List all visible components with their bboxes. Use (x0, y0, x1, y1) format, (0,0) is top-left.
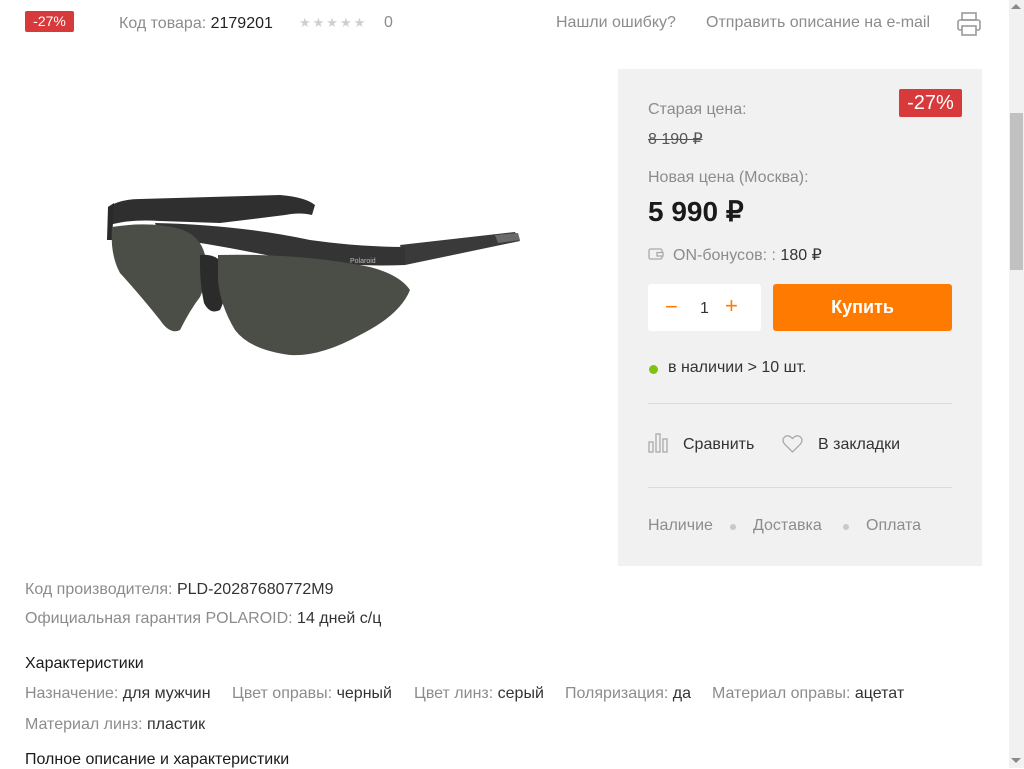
bookmark-button[interactable]: В закладки (818, 436, 900, 454)
attribute-lens-material: Материал линз: пластик (25, 716, 205, 734)
payment-link[interactable]: Оплата (866, 517, 921, 535)
sku-label: Код товара: (119, 15, 207, 32)
old-price: 8 190 ₽ (648, 131, 703, 148)
sunglasses-image[interactable]: Polaroid (100, 185, 530, 370)
buy-button[interactable]: Купить (773, 284, 952, 331)
frame-brand-text: Polaroid (350, 258, 376, 265)
scrollbar-thumb[interactable] (1010, 113, 1023, 270)
attribute-label: Цвет линз: (414, 685, 494, 702)
attribute-value: серый (497, 685, 544, 702)
attribute-value: для мужчин (122, 685, 211, 702)
report-error-link[interactable]: Нашли ошибку? (556, 14, 676, 32)
rating-stars[interactable]: ★★★★★ (299, 15, 367, 31)
attribute-label: Поляризация: (565, 685, 669, 702)
attribute-label: Назначение: (25, 685, 119, 702)
warranty-value: 14 дней с/ц (297, 610, 382, 627)
delivery-link[interactable]: Доставка (753, 517, 822, 535)
attribute-purpose: Назначение: для мужчин (25, 685, 211, 703)
attribute-frame-material: Материал оправы: ацетат (712, 685, 904, 703)
old-price-label: Старая цена: (648, 101, 747, 118)
divider (648, 487, 952, 488)
heart-icon[interactable] (782, 434, 803, 454)
new-price-label: Новая цена (Москва): (648, 169, 809, 186)
bonus-label: ON-бонусов: : (673, 247, 776, 264)
warranty: Официальная гарантия POLAROID: 14 дней с… (25, 610, 381, 628)
compare-button[interactable]: Сравнить (683, 436, 754, 454)
warranty-label: Официальная гарантия POLAROID: (25, 610, 293, 627)
manufacturer-code-label: Код производителя: (25, 581, 173, 598)
sku-value: 2179201 (210, 15, 273, 32)
attribute-frame-color: Цвет оправы: черный (232, 685, 392, 703)
panel-discount-badge: -27% (899, 89, 962, 117)
full-description-link[interactable]: Полное описание и характеристики (25, 751, 289, 769)
attribute-value: пластик (146, 716, 206, 733)
quantity-input[interactable]: 1 (700, 300, 709, 318)
attribute-value: черный (336, 685, 392, 702)
in-stock-indicator-icon (649, 365, 658, 374)
attribute-label: Материал линз: (25, 716, 143, 733)
attribute-value: да (672, 685, 692, 702)
scroll-down-arrow-icon[interactable] (1011, 758, 1021, 763)
new-price: 5 990 ₽ (648, 196, 744, 227)
increase-quantity-button[interactable]: + (725, 293, 738, 319)
product-sku: Код товара: 2179201 (119, 14, 273, 34)
separator-dot (730, 524, 736, 530)
rating-count: 0 (384, 14, 393, 31)
printer-icon[interactable] (955, 10, 983, 38)
decrease-quantity-button[interactable]: − (665, 294, 678, 320)
separator-dot (843, 524, 849, 530)
wallet-icon (648, 247, 664, 261)
manufacturer-code: Код производителя: PLD-20287680772M9 (25, 581, 334, 599)
divider (648, 403, 952, 404)
manufacturer-code-value: PLD-20287680772M9 (176, 581, 334, 598)
stock-status: в наличии > 10 шт. (668, 359, 807, 376)
bonus-value: 180 ₽ (780, 247, 822, 264)
attribute-value: ацетат (854, 685, 905, 702)
attribute-label: Цвет оправы: (232, 685, 333, 702)
characteristics-heading: Характеристики (25, 655, 144, 672)
discount-badge: -27% (25, 11, 74, 32)
scroll-up-arrow-icon[interactable] (1011, 4, 1021, 9)
availability-link[interactable]: Наличие (648, 517, 713, 535)
compare-icon[interactable] (648, 433, 668, 453)
send-email-link[interactable]: Отправить описание на e-mail (706, 14, 930, 32)
attribute-label: Материал оправы: (712, 685, 851, 702)
bonus-info: ON-бонусов: : 180 ₽ (673, 245, 822, 265)
attribute-lens-color: Цвет линз: серый (414, 685, 544, 703)
attribute-polarization: Поляризация: да (565, 685, 691, 703)
